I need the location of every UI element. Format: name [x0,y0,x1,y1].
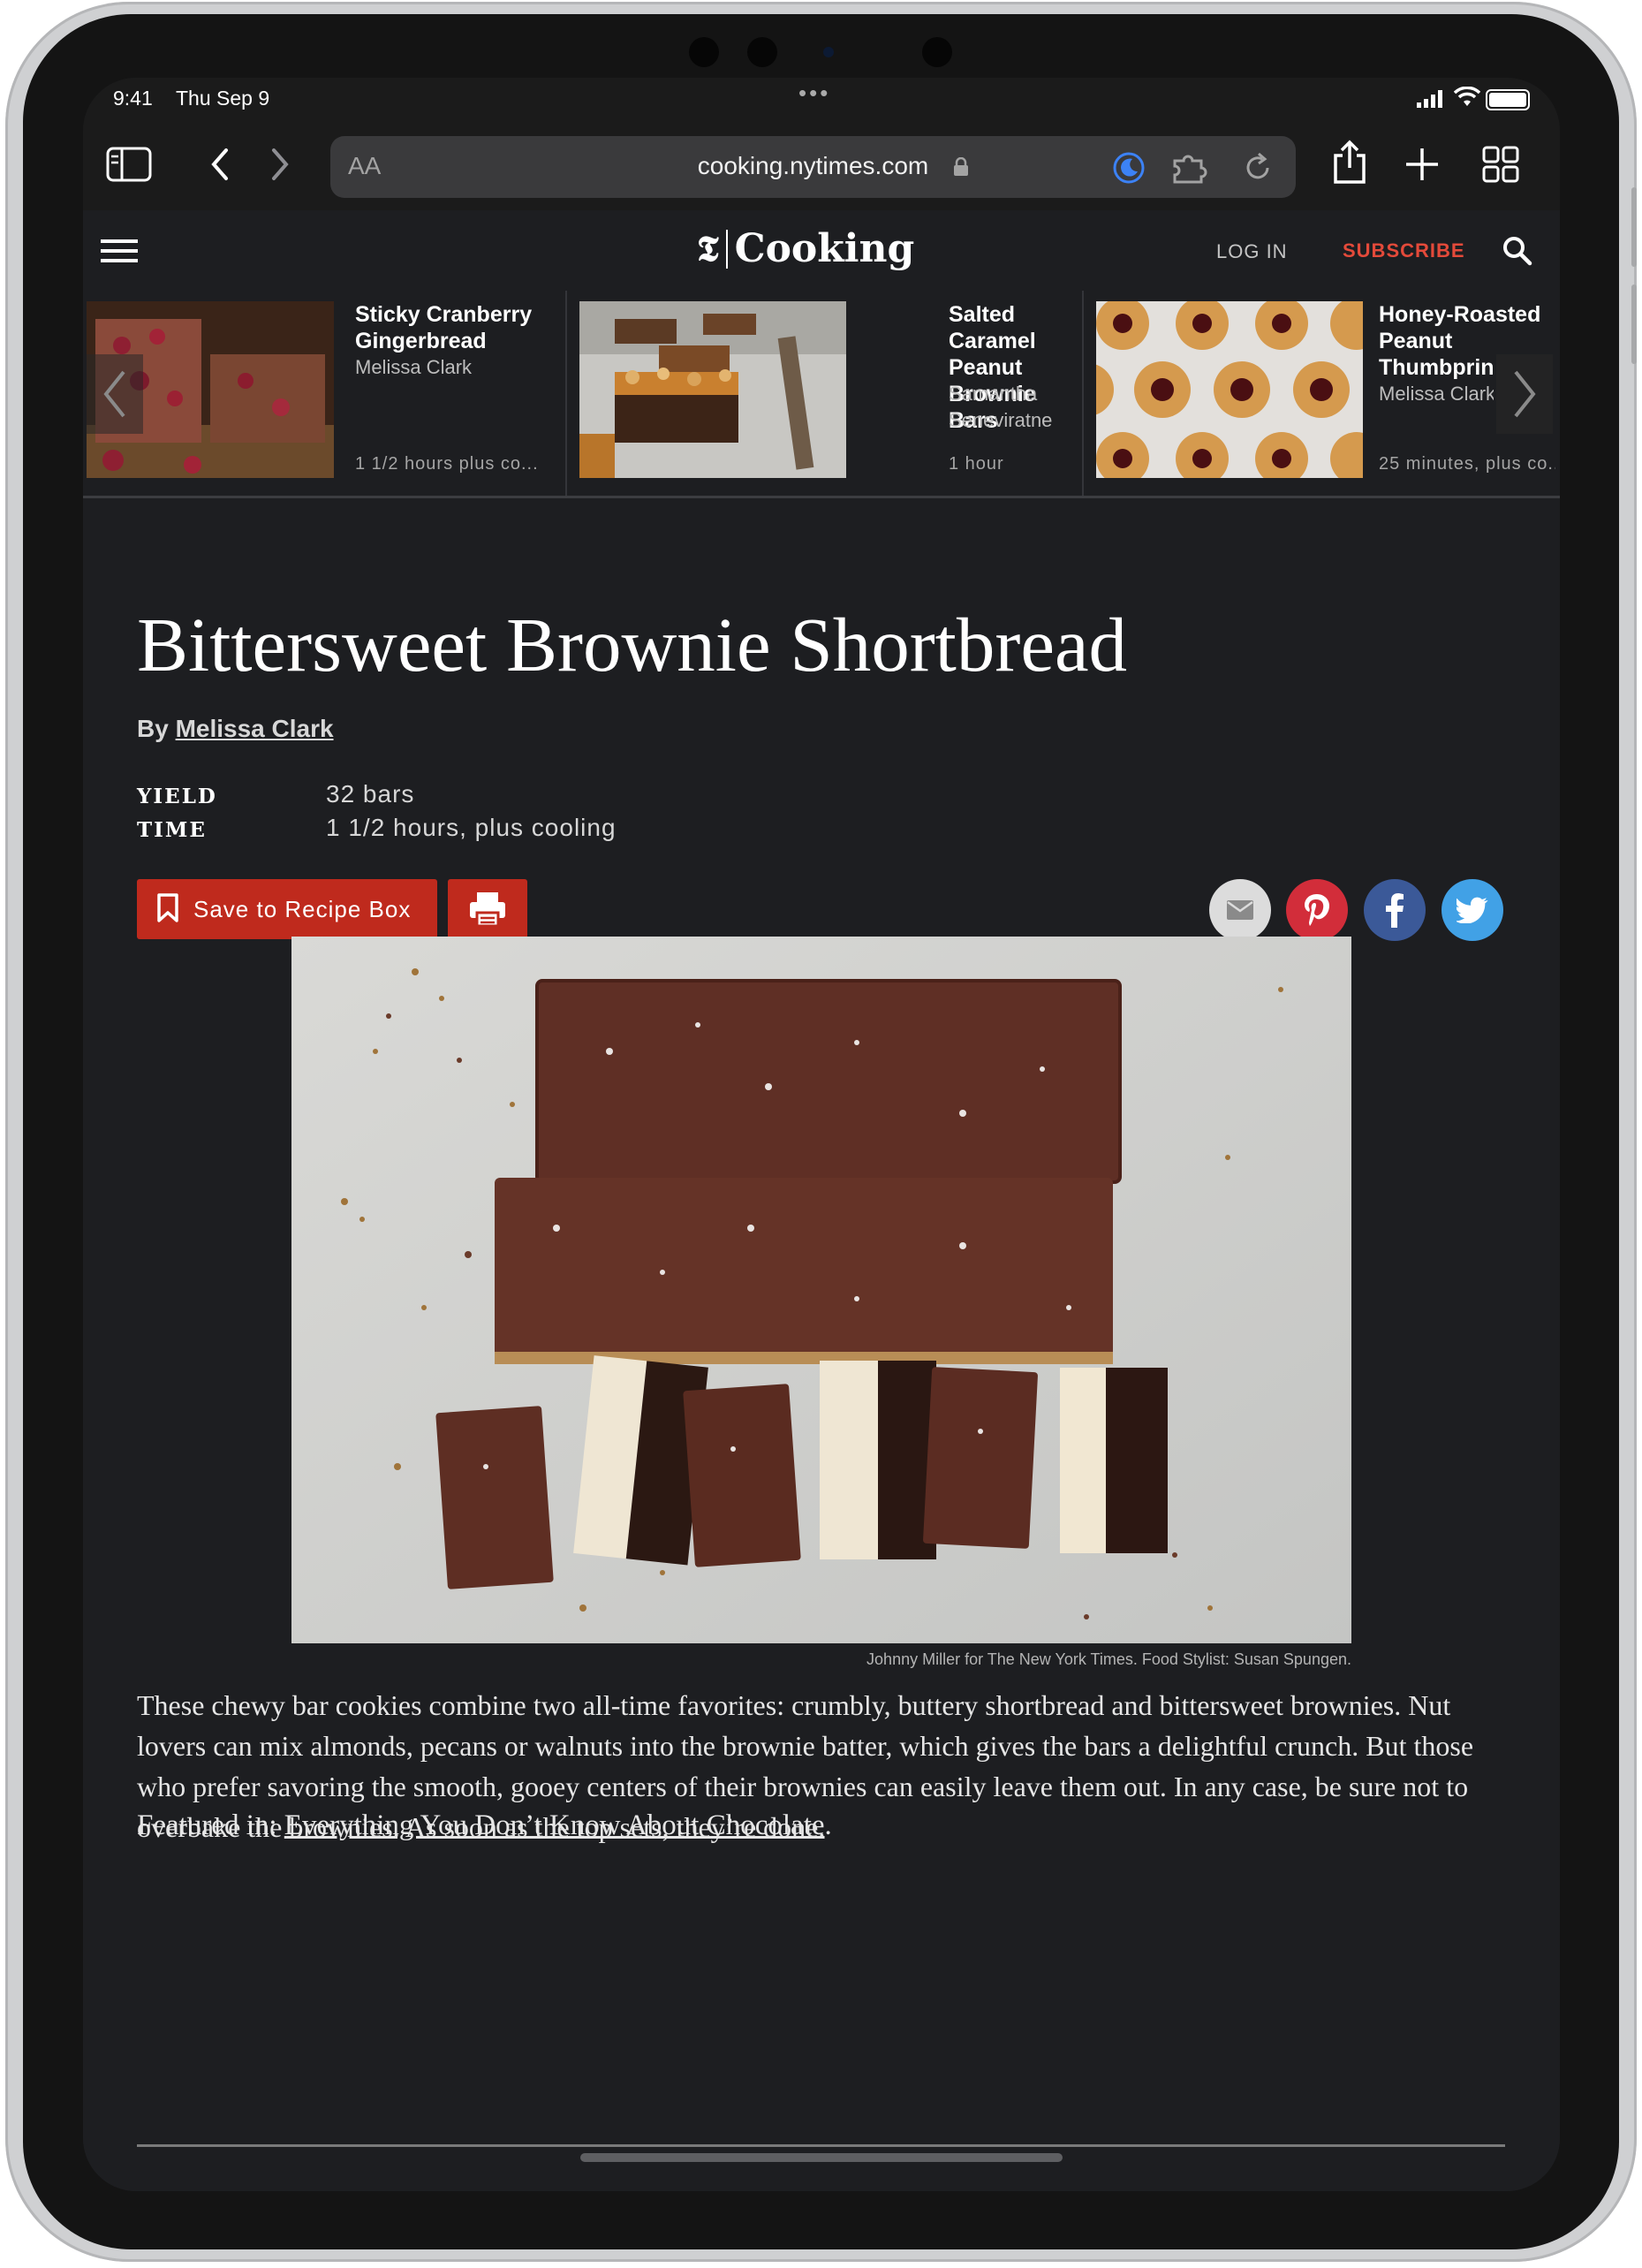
card-title-line: Peanut [1379,329,1453,353]
carousel-card[interactable]: Sticky Cranberry Gingerbread Melissa Cla… [83,291,564,496]
status-bar: 9:41 Thu Sep 9 ••• [83,78,1560,122]
carousel-card[interactable]: Honey-Roasted Peanut Thumbprin Melissa C… [1084,291,1560,496]
card-title-line: Honey-Roasted [1379,302,1541,327]
login-link[interactable]: LOG IN [1216,240,1288,263]
sensor [747,37,777,67]
dark-mode-extension-icon[interactable] [1111,150,1146,186]
cellular-signal-icon [1417,90,1442,108]
facebook-icon [1386,893,1404,928]
share-email-button[interactable] [1209,879,1271,941]
url-text[interactable]: cooking.nytimes.com [330,152,1296,180]
featured-in: Featured in: Everything You Don’t Know A… [137,1809,832,1842]
recipe-carousel: Sticky Cranberry Gingerbread Melissa Cla… [83,291,1560,498]
sensor [689,37,719,67]
subscribe-link[interactable]: SUBSCRIBE [1343,239,1465,262]
forward-icon[interactable] [267,145,293,184]
card-title-line: Salted Caramel [949,302,1036,353]
card-author: Samantha Seneviratne [949,381,1052,434]
yield-value: 32 bars [326,780,415,808]
tab-overview-icon[interactable] [1482,145,1519,184]
volume-button [1631,284,1637,364]
card-title[interactable]: Sticky Cranberry Gingerbread [355,301,532,354]
card-duration: 1 1/2 hours plus co... [355,454,539,474]
bookmark-icon [157,893,178,922]
card-duration: 25 minutes, plus co... [1379,454,1555,474]
logo-text: Cooking [734,226,915,271]
battery-icon [1486,89,1530,110]
byline-prefix: By [137,715,169,742]
sidebar-icon[interactable] [106,145,152,184]
save-to-recipe-box-button[interactable]: Save to Recipe Box [137,879,437,939]
extensions-icon[interactable] [1169,150,1212,186]
share-pinterest-button[interactable] [1286,879,1348,941]
recipe-article: Bittersweet Brownie Shortbread By Meliss… [83,498,1560,2191]
volume-button [1631,187,1637,267]
back-icon[interactable] [207,145,233,184]
chevron-left-icon [103,370,125,418]
share-icon[interactable] [1330,140,1369,186]
address-bar[interactable]: AA cooking.nytimes.com [330,136,1296,198]
card-author-line: Samantha [949,383,1038,405]
card-duration: 1 hour [949,454,1004,474]
home-indicator[interactable] [580,2153,1063,2162]
recipe-thumbnail[interactable] [1096,301,1363,478]
sensor [922,37,952,67]
featured-article-link[interactable]: Everything You Don’t Know About Chocolat… [284,1809,825,1841]
yield-label: YIELD [137,785,217,808]
carousel-next-button[interactable] [1496,354,1553,434]
date: Thu Sep 9 [176,87,270,110]
cooking-logo[interactable]: 𝕿 Cooking [697,226,914,271]
lock-icon [954,157,968,176]
card-author-line: Seneviratne [949,409,1053,431]
carousel-card[interactable]: Salted Caramel Peanut Brownie Bars Saman… [567,291,1081,496]
chevron-right-icon [1514,370,1536,418]
photo-credit: Johnny Miller for The New York Times. Fo… [866,1650,1351,1668]
front-camera [823,47,834,57]
new-tab-icon[interactable] [1404,145,1440,184]
card-author-line: Melissa Clark [1379,383,1494,405]
featured-prefix: Featured in: [137,1809,284,1841]
card-author: Melissa Clark [1379,381,1494,407]
email-icon [1227,900,1253,920]
share-facebook-button[interactable] [1364,879,1426,941]
reload-icon[interactable] [1240,150,1275,186]
card-author-line: Melissa Clark [355,356,473,378]
recipe-thumbnail[interactable] [579,301,846,478]
card-title-line: Sticky Cranberry [355,302,533,327]
author-link[interactable]: Melissa Clark [176,715,334,742]
section-divider [137,2144,1505,2147]
byline: By Melissa Clark [137,715,334,743]
print-button[interactable] [448,879,527,939]
featured-suffix: . [824,1809,832,1841]
pinterest-icon [1305,894,1329,926]
hamburger-menu-icon[interactable] [101,238,138,264]
nyt-logo-mark: 𝕿 [697,228,719,269]
screen: 9:41 Thu Sep 9 ••• AA cooking.nytimes.co… [83,78,1560,2191]
carousel-prev-button[interactable] [87,354,143,434]
clock: 9:41 [113,87,153,110]
share-twitter-button[interactable] [1441,879,1503,941]
logo-divider [725,229,728,269]
search-icon[interactable] [1502,235,1533,267]
time-label: TIME [137,818,207,842]
site-header: 𝕿 Cooking LOG IN SUBSCRIBE [83,210,1560,292]
save-button-label: Save to Recipe Box [193,896,412,922]
card-author: Melissa Clark [355,354,472,381]
multitasking-dots[interactable]: ••• [798,80,830,107]
browser-toolbar: AA cooking.nytimes.com [83,122,1560,210]
time-value: 1 1/2 hours, plus cooling [326,814,617,841]
wifi-icon [1454,87,1480,106]
printer-icon [470,892,505,927]
recipe-hero-image [291,937,1351,1643]
card-title-line: Gingerbread [355,329,487,353]
recipe-title: Bittersweet Brownie Shortbread [137,602,1128,687]
twitter-icon [1457,897,1488,923]
